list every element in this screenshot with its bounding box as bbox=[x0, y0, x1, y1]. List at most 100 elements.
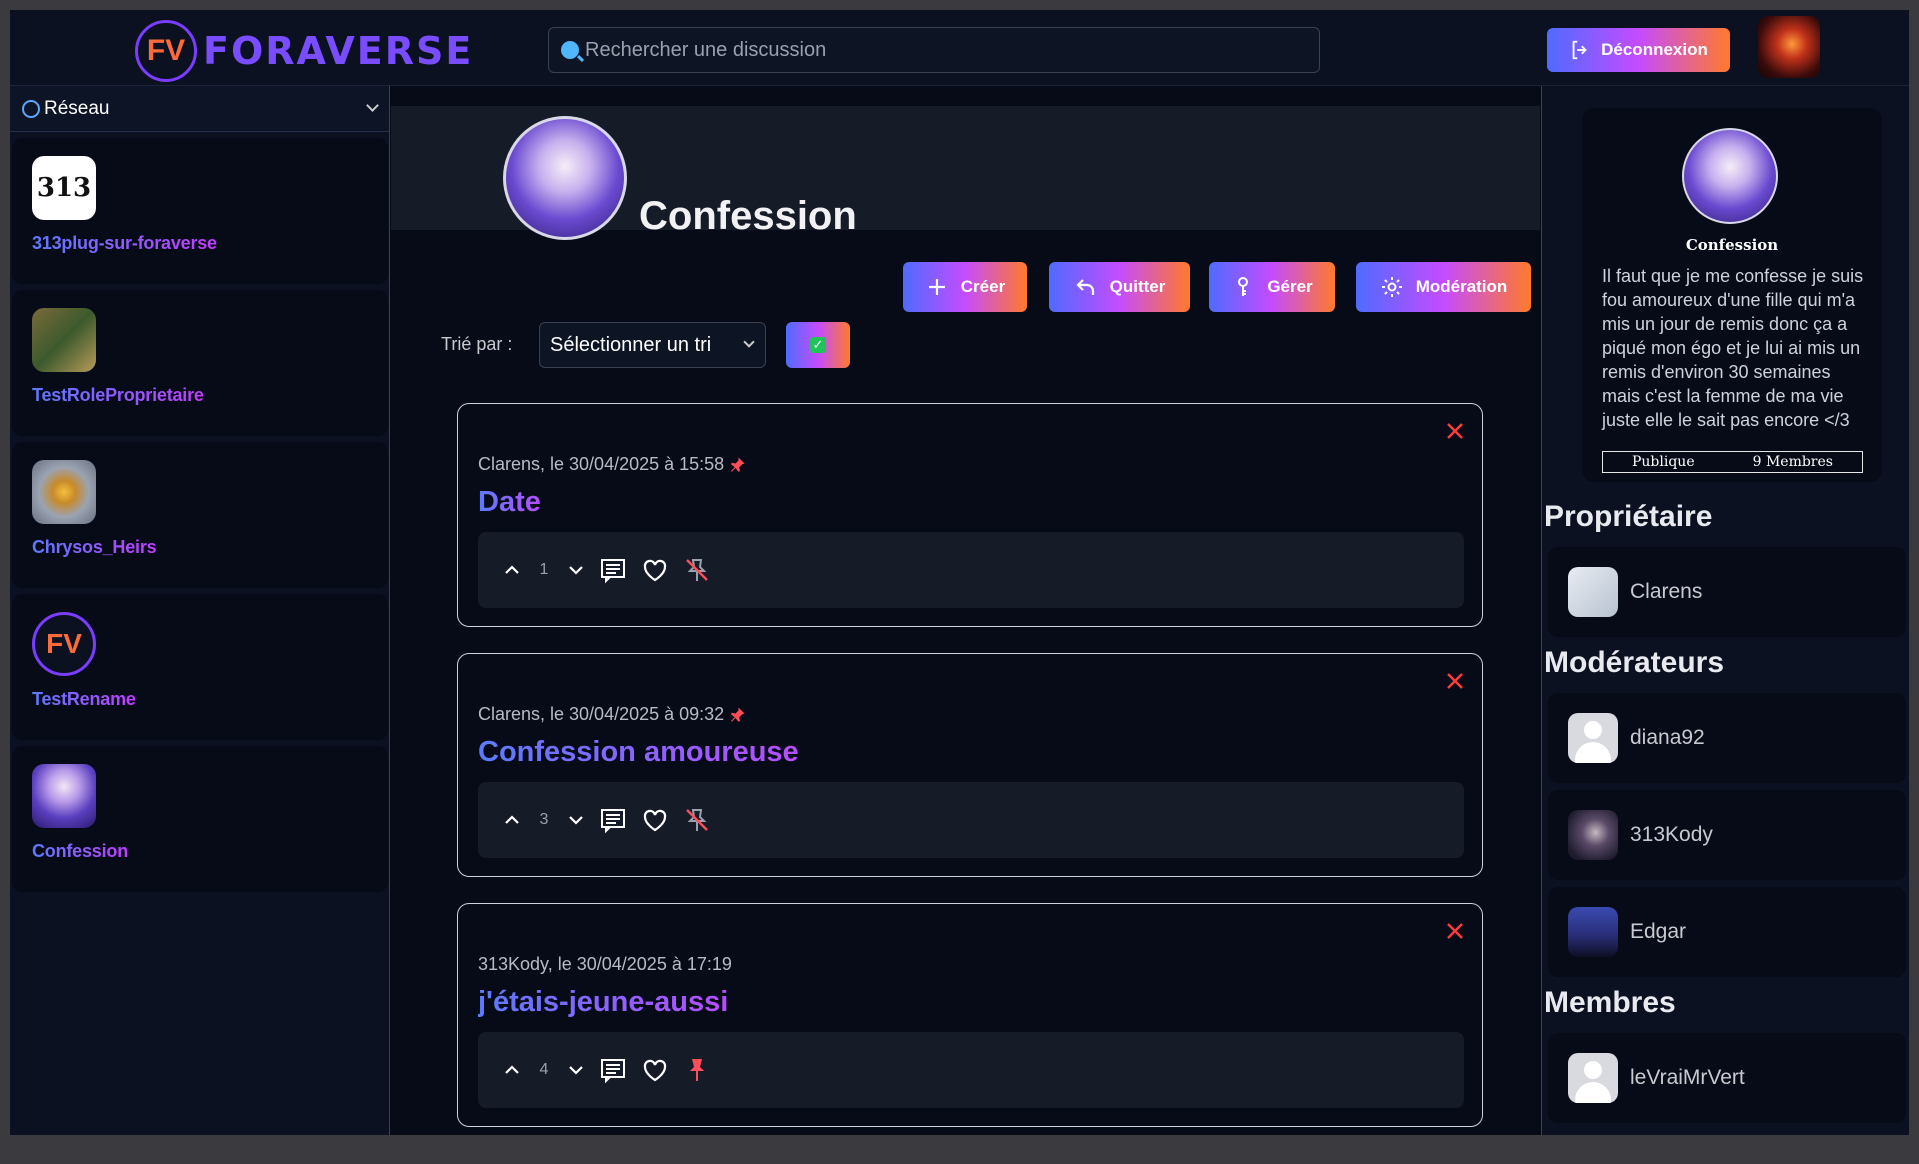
pin-icon[interactable] bbox=[682, 1055, 712, 1085]
sort-row: Trié par : Sélectionner un tri ✓ bbox=[391, 322, 991, 368]
sort-label: Trié par : bbox=[441, 334, 513, 354]
user-avatar[interactable] bbox=[1758, 16, 1820, 78]
post-author-date: 313Kody, le 30/04/2025 à 17:19 bbox=[478, 954, 732, 974]
post-actions: 1 bbox=[478, 532, 1464, 608]
network-select[interactable]: Réseau bbox=[10, 86, 389, 132]
community-avatar: 313 bbox=[32, 156, 96, 220]
sidebar-community-testroleproprietaire[interactable]: TestRoleProprietaire bbox=[12, 290, 388, 436]
post-actions: 3 bbox=[478, 782, 1464, 858]
gear-icon bbox=[1381, 277, 1402, 297]
pin-icon bbox=[731, 457, 745, 472]
heart-icon[interactable] bbox=[640, 1055, 670, 1085]
globe-icon bbox=[22, 99, 40, 118]
community-avatar bbox=[32, 764, 96, 828]
moderator-item[interactable]: diana92 bbox=[1548, 693, 1906, 783]
sidebar-community-confession[interactable]: Confession bbox=[12, 746, 388, 892]
search-placeholder: Rechercher une discussion bbox=[585, 38, 827, 61]
moderator-item[interactable]: 313Kody bbox=[1548, 790, 1906, 880]
search-input[interactable]: Rechercher une discussion bbox=[548, 27, 1320, 73]
post-meta: Clarens, le 30/04/2025 à 15:58 bbox=[478, 454, 746, 475]
community-avatar bbox=[503, 116, 627, 240]
unpin-icon[interactable] bbox=[682, 805, 712, 835]
community-name: TestRoleProprietaire bbox=[32, 385, 204, 405]
plus-icon bbox=[928, 279, 945, 295]
post-card[interactable]: Clarens, le 30/04/2025 à 15:58 Date 1 bbox=[457, 403, 1483, 627]
pin-icon bbox=[731, 707, 745, 722]
moderator-name: diana92 bbox=[1630, 726, 1705, 749]
members-count: 9 Membres bbox=[1752, 454, 1833, 470]
community-name: Confession bbox=[32, 841, 129, 861]
page-title: Confession bbox=[639, 194, 857, 238]
community-name: 313plug-sur-foraverse bbox=[32, 233, 217, 253]
moderator-name: Edgar bbox=[1630, 920, 1687, 943]
sidebar-community-testrename[interactable]: FV TestRename bbox=[12, 594, 388, 740]
sidebar-community-313plug[interactable]: 313 313plug-sur-foraverse bbox=[12, 138, 388, 284]
moderator-name: 313Kody bbox=[1630, 823, 1713, 846]
post-meta: Clarens, le 30/04/2025 à 09:32 bbox=[478, 704, 746, 725]
apply-sort-button[interactable]: ✓ bbox=[786, 322, 850, 368]
community-description: Il faut que je me confesse je suis fou a… bbox=[1602, 266, 1864, 430]
sort-select[interactable]: Sélectionner un tri bbox=[539, 322, 766, 368]
chevron-down-icon bbox=[366, 99, 379, 112]
upvote-icon[interactable] bbox=[502, 560, 522, 580]
chevron-down-icon bbox=[743, 336, 755, 348]
community-main: Confession Créer Quitter Gérer Modératio… bbox=[391, 86, 1540, 1135]
downvote-icon[interactable] bbox=[566, 560, 586, 580]
community-name: Confession bbox=[1685, 236, 1779, 254]
close-icon[interactable] bbox=[1446, 672, 1464, 690]
post-author-date: Clarens, le 30/04/2025 à 09:32 bbox=[478, 704, 725, 724]
sidebar-community-chrysos-heirs[interactable]: Chrysos_Heirs bbox=[12, 442, 388, 588]
heart-icon[interactable] bbox=[640, 555, 670, 585]
leave-button[interactable]: Quitter bbox=[1049, 262, 1190, 312]
member-item[interactable]: leVraiMrVert bbox=[1548, 1033, 1906, 1123]
post-card[interactable]: Clarens, le 30/04/2025 à 09:32 Confessio… bbox=[457, 653, 1483, 877]
avatar bbox=[1568, 567, 1618, 617]
comment-icon[interactable] bbox=[598, 1055, 628, 1085]
post-actions: 4 bbox=[478, 1032, 1464, 1108]
member-name: leVraiMrVert bbox=[1630, 1066, 1745, 1089]
owner-heading: Propriétaire bbox=[1544, 500, 1713, 533]
close-icon[interactable] bbox=[1446, 922, 1464, 940]
search-icon bbox=[561, 41, 579, 59]
community-avatar bbox=[32, 460, 96, 524]
owner-name: Clarens bbox=[1630, 580, 1703, 603]
avatar bbox=[1568, 810, 1618, 860]
unpin-icon[interactable] bbox=[682, 555, 712, 585]
manage-label: Gérer bbox=[1267, 277, 1313, 296]
moderation-button[interactable]: Modération bbox=[1356, 262, 1531, 312]
comment-icon[interactable] bbox=[598, 805, 628, 835]
post-card[interactable]: 313Kody, le 30/04/2025 à 17:19 j'étais-j… bbox=[457, 903, 1483, 1127]
avatar bbox=[1568, 713, 1618, 763]
community-avatar bbox=[1682, 128, 1778, 224]
right-sidebar: Confession Il faut que je me confesse je… bbox=[1541, 86, 1909, 1135]
leave-label: Quitter bbox=[1109, 277, 1166, 296]
moderator-item[interactable]: Edgar bbox=[1548, 887, 1906, 977]
logo-badge: FV bbox=[135, 20, 197, 82]
logout-button[interactable]: Déconnexion bbox=[1547, 28, 1730, 72]
avatar bbox=[1568, 1053, 1618, 1103]
community-actions: Créer Quitter Gérer Modération bbox=[391, 262, 1540, 312]
downvote-icon[interactable] bbox=[566, 810, 586, 830]
post-title[interactable]: Confession amoureuse bbox=[478, 736, 799, 769]
logout-icon bbox=[1572, 40, 1587, 60]
downvote-icon[interactable] bbox=[566, 1060, 586, 1080]
community-avatar: FV bbox=[32, 612, 96, 676]
manage-button[interactable]: Gérer bbox=[1209, 262, 1335, 312]
visibility-label: Publique bbox=[1631, 454, 1695, 470]
create-button[interactable]: Créer bbox=[903, 262, 1027, 312]
vote-count: 4 bbox=[539, 1061, 549, 1078]
comment-icon[interactable] bbox=[598, 555, 628, 585]
app-window: FV FORAVERSE Rechercher une discussion D… bbox=[10, 10, 1909, 1135]
post-title[interactable]: Date bbox=[478, 486, 541, 519]
upvote-icon[interactable] bbox=[502, 1060, 522, 1080]
moderation-label: Modération bbox=[1415, 277, 1508, 296]
heart-icon[interactable] bbox=[640, 805, 670, 835]
post-title[interactable]: j'étais-jeune-aussi bbox=[478, 986, 728, 1019]
create-label: Créer bbox=[960, 277, 1006, 296]
logo[interactable]: FV FORAVERSE bbox=[135, 18, 473, 84]
owner-item[interactable]: Clarens bbox=[1548, 547, 1906, 637]
upvote-icon[interactable] bbox=[502, 810, 522, 830]
check-icon: ✓ bbox=[810, 337, 826, 353]
return-icon bbox=[1076, 279, 1094, 295]
close-icon[interactable] bbox=[1446, 422, 1464, 440]
